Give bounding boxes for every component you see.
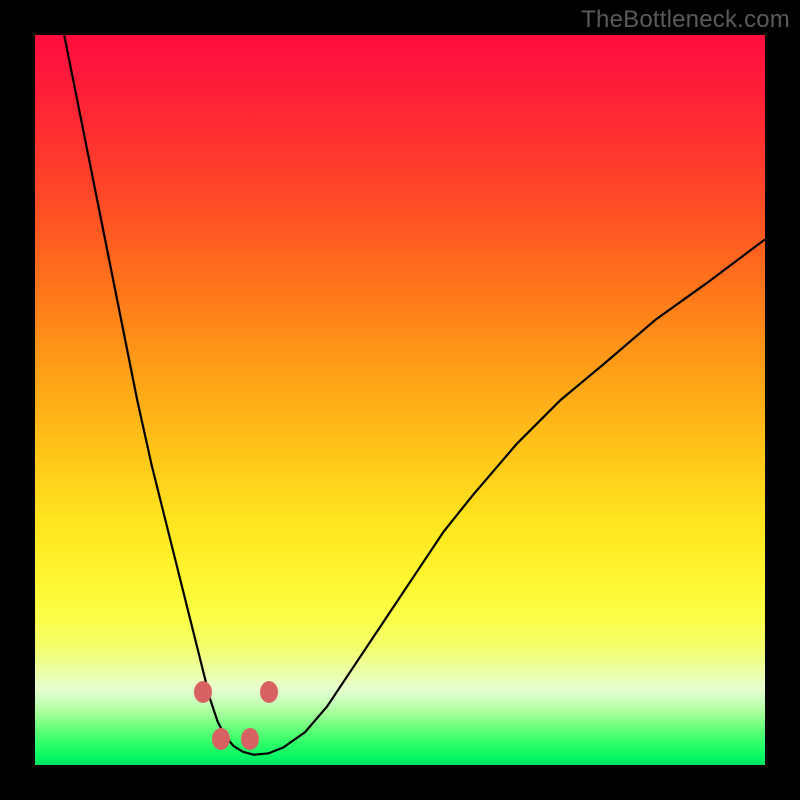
curve-path (64, 35, 765, 755)
marker-left-upper (194, 681, 212, 703)
chart-frame: TheBottleneck.com (0, 0, 800, 800)
marker-left-lower (212, 728, 230, 750)
marker-right-lower (241, 728, 259, 750)
marker-right-upper (260, 681, 278, 703)
watermark-text: TheBottleneck.com (581, 6, 790, 34)
bottleneck-curve (35, 35, 765, 765)
plot-area (35, 35, 765, 765)
